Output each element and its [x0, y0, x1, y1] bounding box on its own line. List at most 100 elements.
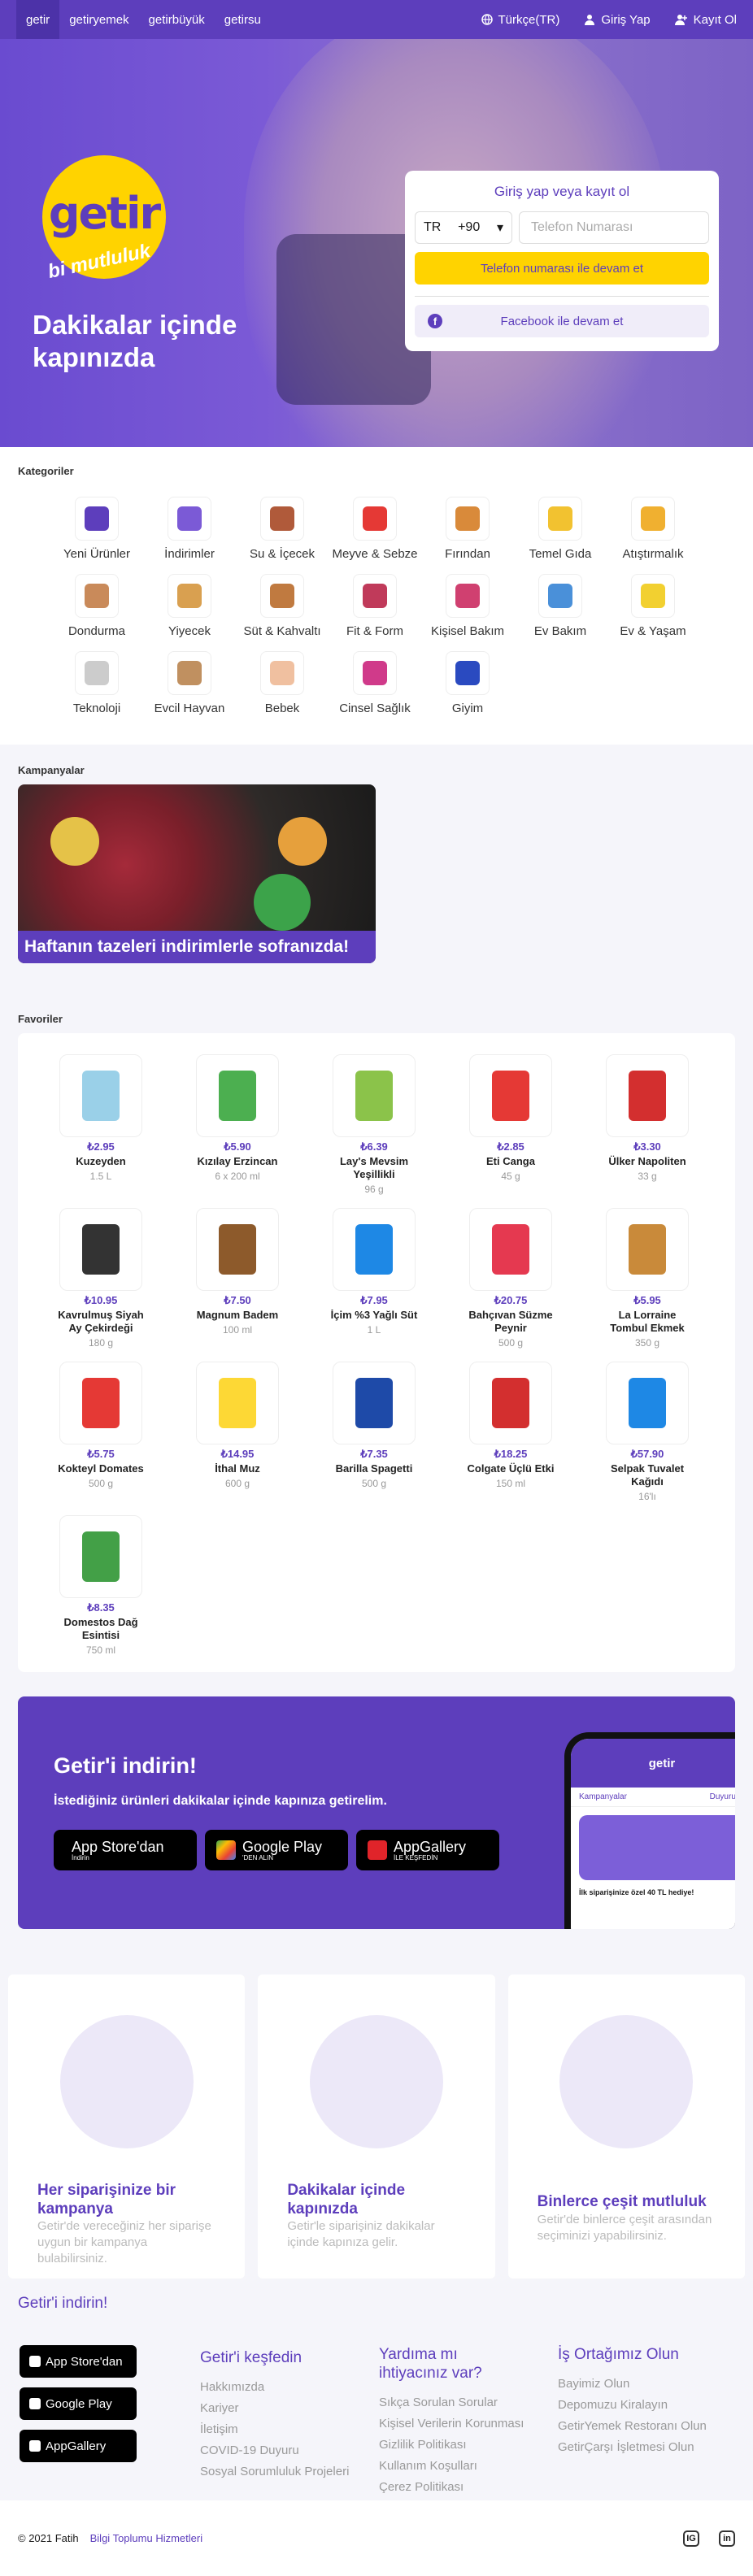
product-image: [59, 1054, 142, 1137]
footer-link[interactable]: Sıkça Sorulan Sorular: [379, 2392, 525, 2413]
category-item[interactable]: Cinsel Sağlık: [329, 651, 421, 715]
footer-link[interactable]: Kariyer: [200, 2398, 349, 2419]
login-title: Giriş yap veya kayıt ol: [494, 184, 630, 199]
category-item[interactable]: Su & İçecek: [236, 497, 329, 561]
product-card[interactable]: ₺14.95 İthal Muz 600 g: [169, 1362, 306, 1502]
play-icon: [216, 1840, 236, 1860]
footer-link[interactable]: Depomuzu Kiralayın: [558, 2395, 707, 2416]
product-card[interactable]: ₺3.30 Ülker Napoliten 33 g: [579, 1054, 716, 1195]
category-item[interactable]: Yeni Ürünler: [50, 497, 143, 561]
linkedin-icon[interactable]: in: [719, 2530, 735, 2547]
category-item[interactable]: Dondurma: [50, 574, 143, 638]
product-card[interactable]: ₺57.90 Selpak Tuvalet Kağıdı 16'lı: [579, 1362, 716, 1502]
footer-link[interactable]: GetirÇarşı İşletmesi Olun: [558, 2437, 707, 2458]
category-icon: [75, 574, 119, 618]
product-name: Kavrulmuş Siyah Ay Çekirdeği: [58, 1309, 144, 1334]
login-link[interactable]: Giriş Yap: [584, 13, 651, 27]
product-image: [59, 1515, 142, 1598]
footer-link[interactable]: Kişisel Verilerin Korunması: [379, 2413, 525, 2435]
product-unit: 180 g: [88, 1337, 114, 1349]
footer-col-help: Yardıma mı ihtiyacınız var? Sıkça Sorulan…: [379, 2345, 525, 2498]
footer-link[interactable]: Kullanım Koşulları: [379, 2456, 525, 2477]
category-item[interactable]: Kişisel Bakım: [421, 574, 514, 638]
product-price: ₺57.90: [630, 1448, 664, 1460]
footer-appgallery-button[interactable]: AppGallery: [20, 2430, 137, 2462]
footer-googleplay-button[interactable]: Google Play: [20, 2387, 137, 2420]
footer-link[interactable]: GetirYemek Restoranı Olun: [558, 2416, 707, 2437]
product-card[interactable]: ₺20.75 Bahçıvan Süzme Peynir 500 g: [442, 1208, 579, 1349]
phone-continue-button[interactable]: Telefon numarası ile devam et: [415, 252, 709, 285]
product-card[interactable]: ₺18.25 Colgate Üçlü Etki 150 ml: [442, 1362, 579, 1502]
product-card[interactable]: ₺2.95 Kuzeyden 1.5 L: [33, 1054, 169, 1195]
product-card[interactable]: ₺7.95 İçim %3 Yağlı Süt 1 L: [306, 1208, 442, 1349]
category-item[interactable]: Fit & Form: [329, 574, 421, 638]
product-card[interactable]: ₺5.75 Kokteyl Domates 500 g: [33, 1362, 169, 1502]
category-item[interactable]: İndirimler: [143, 497, 236, 561]
mockup-tab-campaigns: Kampanyalar: [579, 1792, 627, 1801]
product-name: Kızılay Erzincan: [197, 1155, 278, 1167]
tab-getiryemek[interactable]: getiryemek: [59, 0, 138, 39]
phone-input[interactable]: Telefon Numarası: [519, 211, 709, 244]
feature-title: Binlerce çeşit mutluluk: [537, 2193, 707, 2210]
product-card[interactable]: ₺5.95 La Lorraine Tombul Ekmek 350 g: [579, 1208, 716, 1349]
footer-link[interactable]: Sosyal Sorumluluk Projeleri: [200, 2461, 349, 2483]
product-card[interactable]: ₺2.85 Eti Canga 45 g: [442, 1054, 579, 1195]
signup-link[interactable]: Kayıt Ol: [674, 13, 737, 27]
category-label: Fırından: [445, 547, 490, 561]
footer-link[interactable]: Hakkımızda: [200, 2377, 349, 2398]
corn-image: [50, 817, 99, 866]
appgallery-button[interactable]: AppGallery İLE KEŞFEDİN: [356, 1830, 499, 1870]
product-card[interactable]: ₺5.90 Kızılay Erzincan 6 x 200 ml: [169, 1054, 306, 1195]
bilgi-toplumu-link[interactable]: Bilgi Toplumu Hizmetleri: [90, 2532, 202, 2544]
app-download-banner: Getir'i indirin! İstediğiniz ürünleri da…: [18, 1696, 735, 1929]
language-selector[interactable]: Türkçe(TR): [481, 13, 559, 27]
product-card[interactable]: ₺6.39 Lay's Mevsim Yeşillikli 96 g: [306, 1054, 442, 1195]
category-item[interactable]: Süt & Kahvaltı: [236, 574, 329, 638]
category-label: Dondurma: [67, 624, 126, 638]
product-card[interactable]: ₺7.50 Magnum Badem 100 ml: [169, 1208, 306, 1349]
product-name: Lay's Mevsim Yeşillikli: [339, 1155, 409, 1180]
product-card[interactable]: ₺10.95 Kavrulmuş Siyah Ay Çekirdeği 180 g: [33, 1208, 169, 1349]
category-label: Su & İçecek: [249, 547, 316, 561]
facebook-login-button[interactable]: f Facebook ile devam et: [415, 305, 709, 337]
category-item[interactable]: Bebek: [236, 651, 329, 715]
sofa-illustration: [59, 2015, 194, 2148]
product-image: [606, 1362, 689, 1444]
tab-getirsu[interactable]: getirsu: [215, 0, 271, 39]
footer-link[interactable]: İletişim: [200, 2419, 349, 2440]
footer-col-title: Getir'i keşfedin: [200, 2349, 303, 2366]
category-item[interactable]: Meyve & Sebze: [329, 497, 421, 561]
category-item[interactable]: Fırından: [421, 497, 514, 561]
googleplay-button[interactable]: Google Play 'DEN ALIN: [205, 1830, 348, 1870]
category-label: Cinsel Sağlık: [339, 702, 411, 715]
campaign-banner[interactable]: Haftanın tazeleri indirimlerle sofranızd…: [18, 784, 376, 963]
category-item[interactable]: Giyim: [421, 651, 514, 715]
category-icon: [631, 574, 675, 618]
product-unit: 6 x 200 ml: [215, 1171, 260, 1182]
category-item[interactable]: Ev Bakım: [514, 574, 607, 638]
footer-appstore-button[interactable]: App Store'dan: [20, 2345, 137, 2378]
product-card[interactable]: ₺8.35 Domestos Dağ Esintisi 750 ml: [33, 1515, 169, 1656]
product-unit: 750 ml: [85, 1644, 116, 1656]
user-plus-icon: [674, 15, 687, 25]
product-card[interactable]: ₺7.35 Barilla Spagetti 500 g: [306, 1362, 442, 1502]
category-item[interactable]: Evcil Hayvan: [143, 651, 236, 715]
tab-getirbuyuk[interactable]: getirbüyük: [139, 0, 215, 39]
footer-link[interactable]: COVID-19 Duyuru: [200, 2440, 349, 2461]
category-item[interactable]: Atıştırmalık: [607, 497, 699, 561]
instagram-icon[interactable]: IG: [683, 2530, 699, 2547]
product-unit: 500 g: [88, 1478, 114, 1489]
footer-link[interactable]: Çerez Politikası: [379, 2477, 525, 2498]
campaigns-title: Kampanyalar: [18, 764, 85, 776]
category-item[interactable]: Ev & Yaşam: [607, 574, 699, 638]
country-code-select[interactable]: TR +90 ▾: [415, 211, 512, 244]
category-item[interactable]: Yiyecek: [143, 574, 236, 638]
category-item[interactable]: Teknoloji: [50, 651, 143, 715]
appstore-button[interactable]: App Store'dan İndirin: [54, 1830, 197, 1870]
category-label: İndirimler: [164, 547, 215, 561]
footer-link[interactable]: Gizlilik Politikası: [379, 2435, 525, 2456]
footer-link[interactable]: Bayimiz Olun: [558, 2374, 707, 2395]
category-item[interactable]: Temel Gıda: [514, 497, 607, 561]
tab-getir[interactable]: getir: [16, 0, 60, 39]
product-name: Domestos Dağ Esintisi: [63, 1616, 138, 1641]
